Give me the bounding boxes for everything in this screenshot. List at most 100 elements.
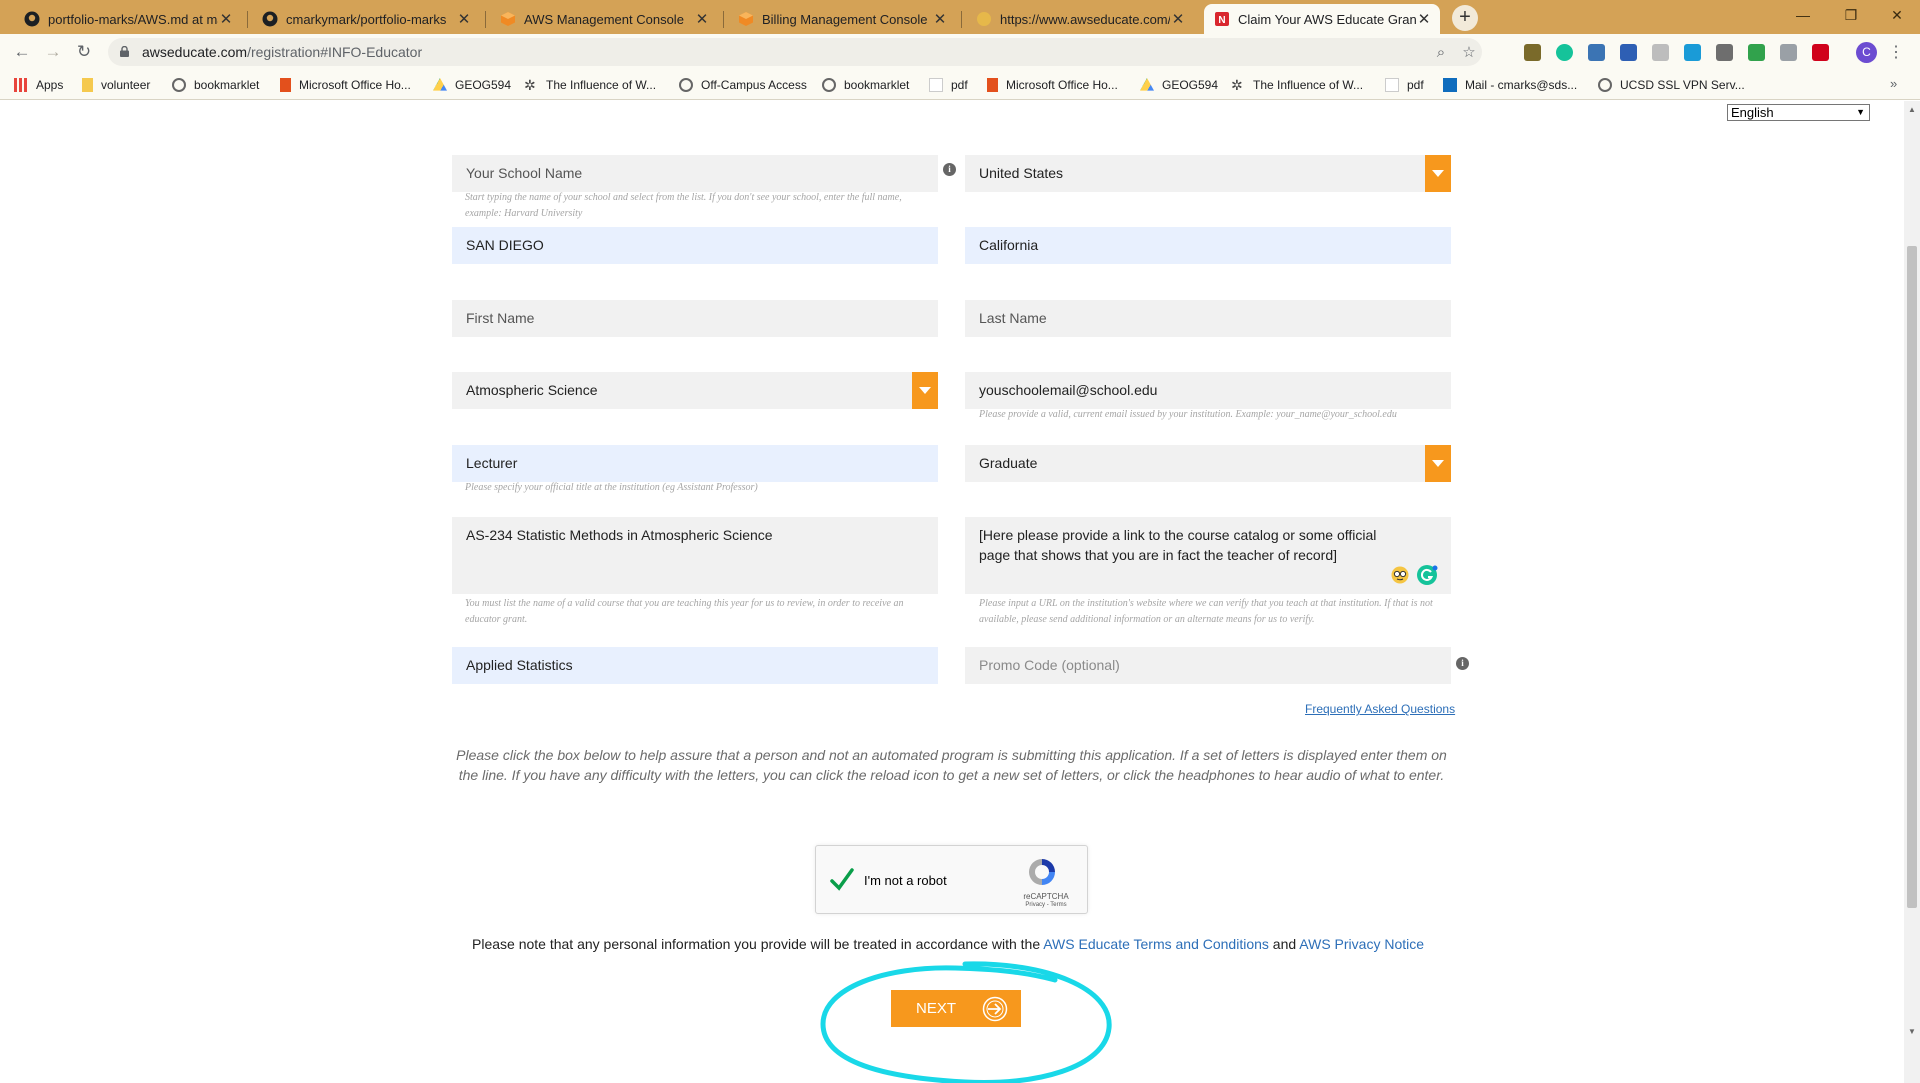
- bookmark-bookmarklet[interactable]: bookmarklet: [172, 76, 259, 94]
- bookmark-vpn[interactable]: UCSD SSL VPN Serv...: [1598, 76, 1745, 94]
- tab-title: AWS Management Console: [524, 11, 684, 27]
- paypal-extension-icon[interactable]: [1524, 44, 1541, 61]
- forward-button[interactable]: →: [41, 40, 65, 64]
- academic-cap-extension-icon[interactable]: [1620, 44, 1637, 61]
- info-icon[interactable]: i: [943, 163, 956, 176]
- bookmark-apps[interactable]: Apps: [14, 76, 63, 94]
- reload-button[interactable]: ↻: [72, 40, 96, 64]
- tab-1[interactable]: portfolio-marks/AWS.md at mast ✕: [14, 4, 242, 34]
- terms-link[interactable]: AWS Educate Terms and Conditions: [1043, 936, 1269, 952]
- list-extension-icon[interactable]: [1716, 44, 1733, 61]
- close-icon[interactable]: ✕: [932, 10, 948, 28]
- title-input[interactable]: Lecturer: [452, 445, 938, 482]
- state-input[interactable]: California: [965, 227, 1451, 264]
- bookmark-mail[interactable]: Mail - cmarks@sds...: [1443, 76, 1577, 94]
- profile-avatar[interactable]: C: [1856, 42, 1877, 63]
- tab-3[interactable]: AWS Management Console ✕: [490, 4, 718, 34]
- school-email-input[interactable]: youschoolemail@school.edu: [965, 372, 1451, 409]
- address-bar[interactable]: awseducate.com/registration#INFO-Educato…: [108, 38, 1482, 66]
- back-button[interactable]: ←: [10, 40, 34, 64]
- github-icon: [262, 11, 278, 27]
- restore-button[interactable]: ❐: [1828, 0, 1874, 30]
- mendeley-extension-icon[interactable]: [1812, 44, 1829, 61]
- course-url-hint: Please input a URL on the institution's …: [979, 598, 1433, 625]
- close-icon[interactable]: ✕: [1416, 10, 1432, 28]
- office-icon: [987, 78, 998, 92]
- close-icon[interactable]: ✕: [1170, 10, 1186, 28]
- promo-code-input[interactable]: Promo Code (optional): [965, 647, 1451, 684]
- menu-kebab-icon[interactable]: ⋮: [1888, 42, 1904, 62]
- screen-extension-icon[interactable]: [1780, 44, 1797, 61]
- tab-6-active[interactable]: N Claim Your AWS Educate Grant | ✕: [1204, 4, 1440, 34]
- recaptcha-label: I'm not a robot: [864, 873, 947, 888]
- bookmark-geog594[interactable]: GEOG594: [433, 76, 511, 94]
- bookmark-geog594-2[interactable]: GEOG594: [1140, 76, 1218, 94]
- grammarly-icon[interactable]: [1416, 564, 1438, 586]
- title-hint: Please specify your official title at th…: [465, 482, 758, 493]
- tab-title: cmarkymark/portfolio-marks: [286, 11, 447, 27]
- close-icon[interactable]: ✕: [694, 10, 710, 28]
- scroll-thumb[interactable]: [1907, 246, 1917, 908]
- page-icon: [929, 78, 943, 92]
- country-select[interactable]: United States: [965, 155, 1451, 192]
- dropdown-arrow-icon[interactable]: [912, 372, 938, 409]
- star-icon[interactable]: ☆: [1460, 44, 1478, 62]
- bookmark-influence[interactable]: ✲ The Influence of W...: [524, 76, 656, 94]
- close-window-button[interactable]: ✕: [1874, 0, 1920, 30]
- python-extension-icon[interactable]: [1588, 44, 1605, 61]
- school-name-input[interactable]: Your School Name: [452, 155, 938, 192]
- tab-2[interactable]: cmarkymark/portfolio-marks ✕: [252, 4, 480, 34]
- bookmark-pdf-2[interactable]: pdf: [1385, 76, 1424, 94]
- lock-extension-icon[interactable]: [1748, 44, 1765, 61]
- gray-extension-icon[interactable]: [1652, 44, 1669, 61]
- minimize-button[interactable]: —: [1780, 0, 1826, 30]
- globe-icon: [822, 78, 836, 92]
- city-input[interactable]: SAN DIEGO: [452, 227, 938, 264]
- recaptcha-terms[interactable]: Privacy - Terms: [1016, 902, 1076, 908]
- lock-icon: [120, 46, 129, 57]
- checkmark-icon[interactable]: [830, 866, 854, 894]
- next-button[interactable]: NEXT: [891, 990, 1021, 1027]
- gear-icon: ✲: [524, 77, 536, 93]
- folder-icon: [82, 78, 93, 92]
- github-icon: [24, 11, 40, 27]
- dropdown-arrow-icon[interactable]: [1425, 445, 1451, 482]
- emoji-glasses-icon[interactable]: [1391, 566, 1409, 584]
- course-url-textarea[interactable]: [Here please provide a link to the cours…: [965, 517, 1451, 594]
- bookmark-bookmarklet-2[interactable]: bookmarklet: [822, 76, 909, 94]
- info-icon[interactable]: i: [1456, 657, 1469, 670]
- page-icon: [1385, 78, 1399, 92]
- bookmark-pdf[interactable]: pdf: [929, 76, 968, 94]
- tab-4[interactable]: Billing Management Console ✕: [728, 4, 956, 34]
- bookmark-office-2[interactable]: Microsoft Office Ho...: [987, 76, 1118, 94]
- privacy-link[interactable]: AWS Privacy Notice: [1299, 936, 1424, 952]
- drive-icon: [433, 78, 447, 91]
- last-name-input[interactable]: Last Name: [965, 300, 1451, 337]
- bookmark-office[interactable]: Microsoft Office Ho...: [280, 76, 411, 94]
- tab-5[interactable]: https://www.awseducate.com/re ✕: [966, 4, 1194, 34]
- more-bookmarks-button[interactable]: »: [1890, 76, 1897, 91]
- close-icon[interactable]: ✕: [456, 10, 472, 28]
- first-name-input[interactable]: First Name: [452, 300, 938, 337]
- page-scrollbar[interactable]: ▲ ▼: [1904, 101, 1920, 1083]
- bookmark-influence-2[interactable]: ✲ The Influence of W...: [1231, 76, 1363, 94]
- tab-strip: portfolio-marks/AWS.md at mast ✕ cmarkym…: [0, 0, 1920, 34]
- close-icon[interactable]: ✕: [218, 10, 234, 28]
- language-select[interactable]: English ▼: [1727, 104, 1870, 121]
- department-select[interactable]: Atmospheric Science: [452, 372, 938, 409]
- new-tab-button[interactable]: +: [1452, 5, 1478, 31]
- apps-grid-icon: [14, 78, 28, 92]
- teaching-level-select[interactable]: Graduate: [965, 445, 1451, 482]
- recaptcha-logo-icon: [1029, 859, 1055, 885]
- scroll-down-icon[interactable]: ▼: [1907, 1027, 1917, 1036]
- grammarly-extension-icon[interactable]: [1556, 44, 1573, 61]
- zoom-search-icon[interactable]: ⌕: [1432, 44, 1450, 62]
- bookmark-off-campus[interactable]: Off-Campus Access: [679, 76, 807, 94]
- bookmark-volunteer[interactable]: volunteer: [82, 76, 150, 94]
- faq-link[interactable]: Frequently Asked Questions: [1305, 702, 1455, 716]
- dropdown-arrow-icon[interactable]: [1425, 155, 1451, 192]
- field-of-study-input[interactable]: Applied Statistics: [452, 647, 938, 684]
- course-name-input[interactable]: AS-234 Statistic Methods in Atmospheric …: [452, 517, 938, 594]
- skype-extension-icon[interactable]: [1684, 44, 1701, 61]
- scroll-up-icon[interactable]: ▲: [1907, 105, 1917, 114]
